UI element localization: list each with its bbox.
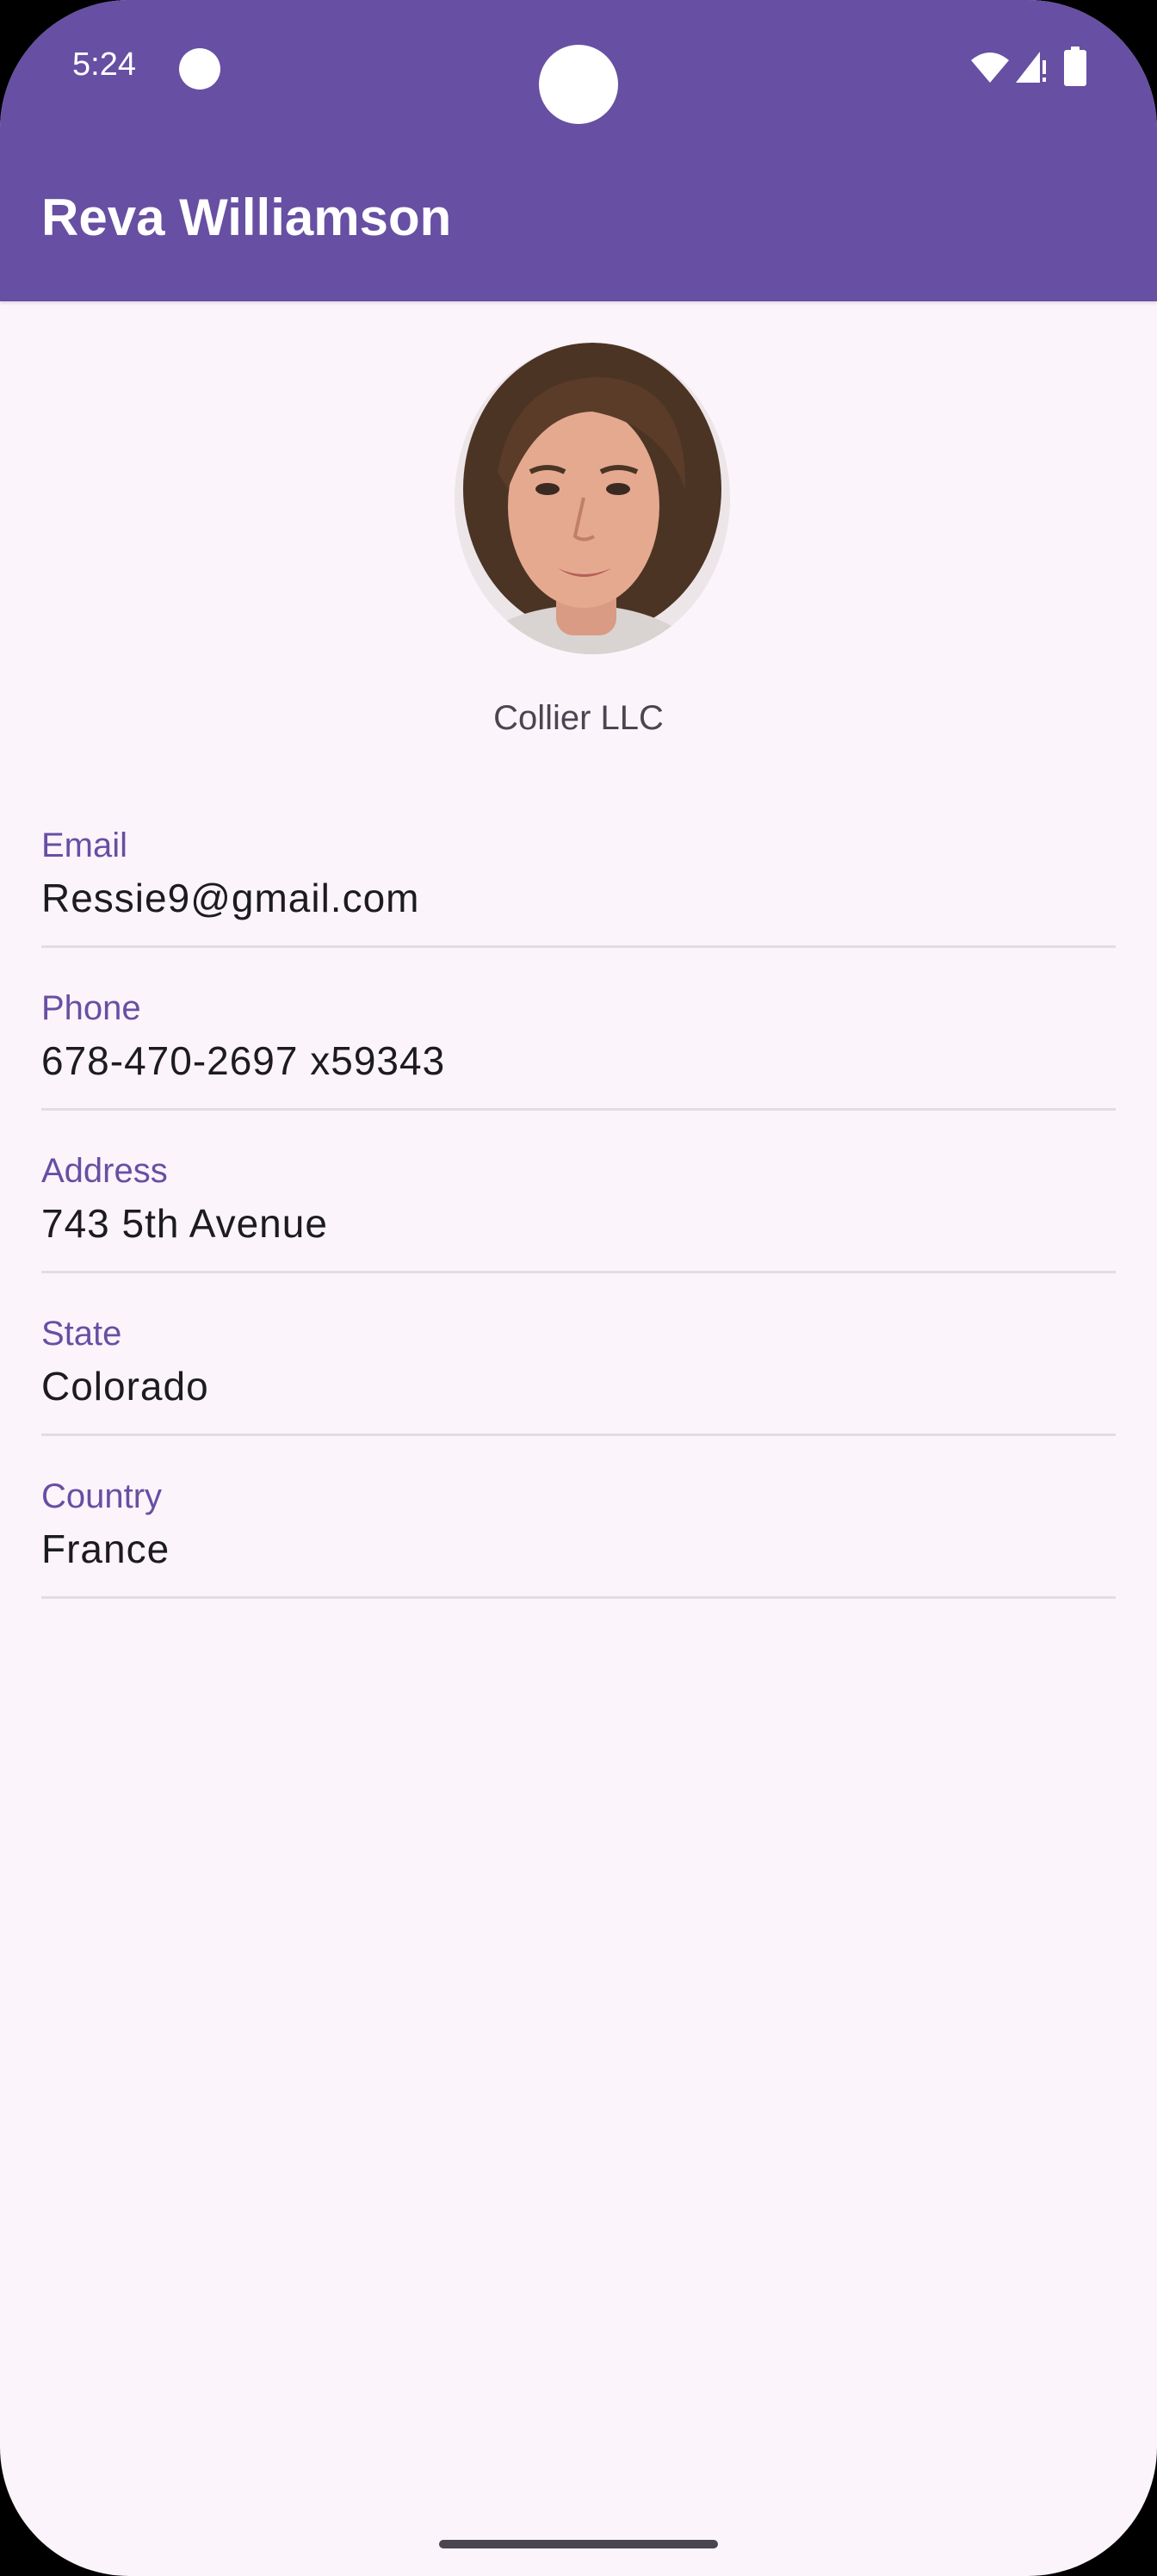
company-name: Collier LLC: [493, 699, 664, 737]
phone-label: Phone: [41, 989, 141, 1027]
country-label: Country: [41, 1477, 163, 1515]
phone-value[interactable]: 678-470-2697 x59343: [41, 1037, 445, 1084]
avatar-portrait-icon: [455, 343, 730, 654]
state-field[interactable]: State Colorado: [41, 1315, 1116, 1478]
divider: [41, 945, 1116, 948]
status-bar: 5:24: [0, 0, 1157, 138]
avatar: [455, 343, 730, 654]
page-title: Reva Williamson: [41, 189, 452, 246]
phone-field[interactable]: Phone 678-470-2697 x59343: [41, 989, 1116, 1153]
address-field[interactable]: Address 743 5th Avenue: [41, 1152, 1116, 1316]
phone-screen: 5:24 Reva Williamson Collier LLC Email R…: [0, 0, 1157, 2576]
divider: [41, 1596, 1116, 1599]
country-value[interactable]: France: [41, 1526, 170, 1572]
status-time: 5:24: [72, 46, 136, 83]
gesture-nav-handle[interactable]: [439, 2540, 718, 2548]
address-value[interactable]: 743 5th Avenue: [41, 1200, 328, 1247]
state-value[interactable]: Colorado: [41, 1363, 209, 1409]
divider: [41, 1434, 1116, 1436]
email-label: Email: [41, 827, 128, 864]
camera-cutout: [539, 45, 618, 124]
email-field[interactable]: Email Ressie9@gmail.com: [41, 827, 1116, 990]
top-app-bar: 5:24 Reva Williamson: [0, 0, 1157, 301]
signal-icon: [1016, 52, 1046, 83]
country-field[interactable]: Country France: [41, 1477, 1116, 1641]
state-label: State: [41, 1315, 122, 1353]
divider: [41, 1271, 1116, 1273]
battery-icon: [1064, 46, 1086, 86]
address-label: Address: [41, 1152, 168, 1190]
email-value[interactable]: Ressie9@gmail.com: [41, 875, 420, 921]
divider: [41, 1108, 1116, 1111]
notification-dot-icon: [179, 48, 220, 90]
wifi-icon: [971, 53, 1009, 83]
